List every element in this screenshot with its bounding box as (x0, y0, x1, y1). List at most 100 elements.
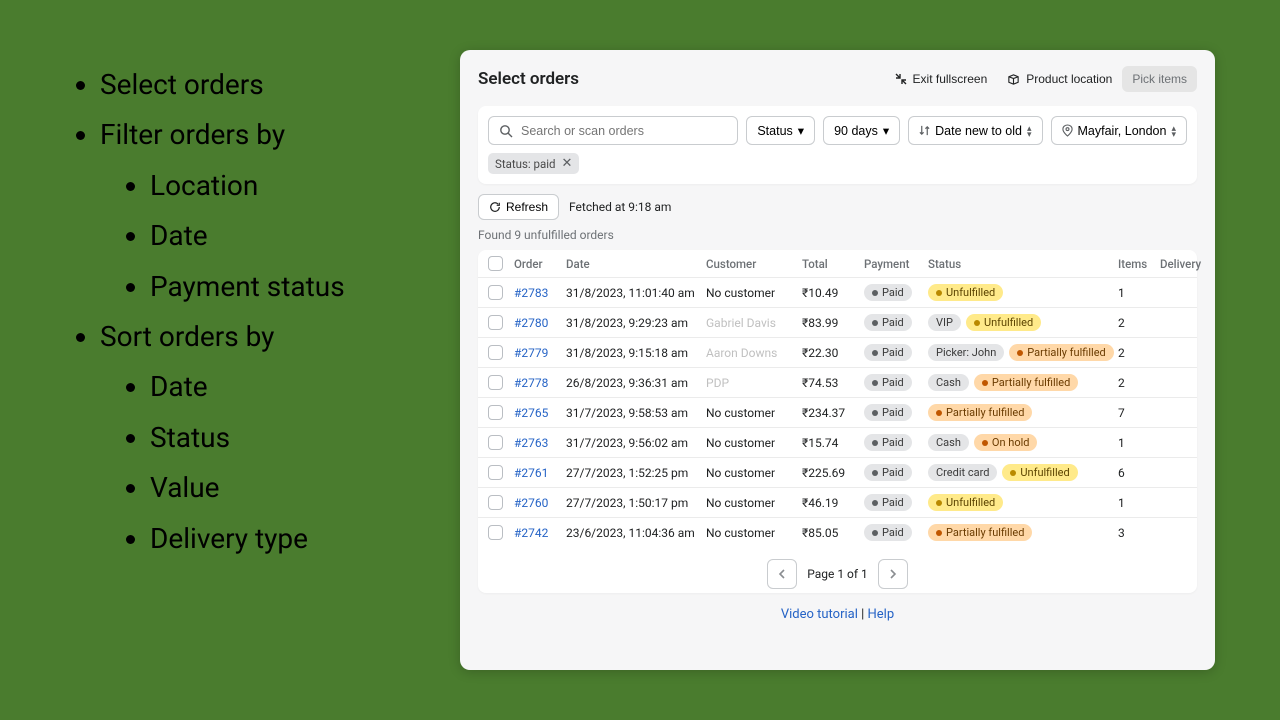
tag-badge: Cash (928, 374, 969, 391)
payment-badge: Paid (864, 344, 912, 361)
sort-button[interactable]: Date new to old ▴▾ (908, 116, 1042, 145)
order-link[interactable]: #2780 (514, 316, 566, 330)
col-payment: Payment (864, 257, 928, 271)
table-row[interactable]: #2742 23/6/2023, 11:04:36 am No customer… (478, 518, 1197, 547)
slide-bullets: Select orders Filter orders by Location … (70, 60, 345, 564)
product-location-button[interactable]: Product location (997, 66, 1122, 92)
order-date: 26/8/2023, 9:36:31 am (566, 376, 706, 390)
btn-label: Refresh (506, 200, 548, 214)
order-link[interactable]: #2761 (514, 466, 566, 480)
bullet: Delivery type (150, 514, 345, 564)
btn-label: Mayfair, London (1078, 124, 1167, 138)
updown-icon: ▴▾ (1171, 125, 1176, 137)
close-icon[interactable]: ✕ (562, 156, 573, 171)
order-total: ₹22.30 (802, 346, 864, 360)
row-checkbox[interactable] (488, 345, 503, 360)
exit-fullscreen-button[interactable]: Exit fullscreen (885, 66, 998, 92)
status-cell: Cash On hold (928, 434, 1118, 451)
row-checkbox[interactable] (488, 405, 503, 420)
tag-badge: Credit card (928, 464, 997, 481)
col-date: Date (566, 257, 706, 271)
bullet: Location (150, 161, 345, 211)
col-total: Total (802, 257, 864, 271)
payment-badge: Paid (864, 464, 912, 481)
pagination: Page 1 of 1 (478, 547, 1197, 593)
table-row[interactable]: #2779 31/8/2023, 9:15:18 am Aaron Downs … (478, 338, 1197, 368)
video-tutorial-link[interactable]: Video tutorial (781, 607, 858, 622)
order-link[interactable]: #2763 (514, 436, 566, 450)
items-count: 2 (1118, 316, 1160, 330)
table-row[interactable]: #2763 31/7/2023, 9:56:02 am No customer … (478, 428, 1197, 458)
prev-page-button[interactable] (767, 559, 797, 589)
items-count: 3 (1118, 526, 1160, 540)
row-checkbox[interactable] (488, 285, 503, 300)
customer-name: No customer (706, 496, 802, 510)
status-cell: Credit card Unfulfilled (928, 464, 1118, 481)
bullet: Date (150, 211, 345, 261)
payment-badge: Paid (864, 524, 912, 541)
pick-items-button[interactable]: Pick items (1122, 66, 1197, 92)
bullet: Filter orders by Location Date Payment s… (100, 110, 345, 312)
row-checkbox[interactable] (488, 315, 503, 330)
order-link[interactable]: #2779 (514, 346, 566, 360)
order-total: ₹15.74 (802, 436, 864, 450)
order-date: 23/6/2023, 11:04:36 am (566, 526, 706, 540)
search-input-wrap[interactable] (488, 116, 738, 145)
row-checkbox[interactable] (488, 495, 503, 510)
row-checkbox[interactable] (488, 375, 503, 390)
col-order: Order (514, 257, 566, 271)
date-range-button[interactable]: 90 days ▾ (823, 116, 900, 145)
order-total: ₹225.69 (802, 466, 864, 480)
status-cell: Picker: John Partially fulfilled (928, 344, 1118, 361)
order-date: 31/8/2023, 9:29:23 am (566, 316, 706, 330)
table-row[interactable]: #2760 27/7/2023, 1:50:17 pm No customer … (478, 488, 1197, 518)
status-cell: Unfulfilled (928, 494, 1118, 511)
select-all-checkbox[interactable] (488, 256, 503, 271)
order-total: ₹46.19 (802, 496, 864, 510)
table-row[interactable]: #2761 27/7/2023, 1:52:25 pm No customer … (478, 458, 1197, 488)
table-row[interactable]: #2765 31/7/2023, 9:58:53 am No customer … (478, 398, 1197, 428)
row-checkbox[interactable] (488, 525, 503, 540)
customer-name: No customer (706, 406, 802, 420)
help-link[interactable]: Help (868, 607, 895, 622)
page-title: Select orders (478, 69, 579, 89)
bullet: Status (150, 413, 345, 463)
status-filter-button[interactable]: Status ▾ (746, 116, 815, 145)
search-icon (499, 124, 513, 138)
bullet: Select orders (100, 60, 345, 110)
row-checkbox[interactable] (488, 465, 503, 480)
customer-name: No customer (706, 466, 802, 480)
bullet: Sort orders by Date Status Value Deliver… (100, 312, 345, 564)
search-input[interactable] (521, 124, 727, 138)
refresh-button[interactable]: Refresh (478, 194, 559, 220)
tag-badge: Picker: John (928, 344, 1004, 361)
payment-badge: Paid (864, 494, 912, 511)
order-total: ₹83.99 (802, 316, 864, 330)
box-icon (1007, 73, 1020, 86)
fetched-time: Fetched at 9:18 am (569, 200, 671, 214)
status-cell: Unfulfilled (928, 284, 1118, 301)
bullet: Payment status (150, 262, 345, 312)
status-cell: Cash Partially fulfilled (928, 374, 1118, 391)
table-row[interactable]: #2783 31/8/2023, 11:01:40 am No customer… (478, 278, 1197, 308)
caret-down-icon: ▾ (798, 123, 804, 138)
table-row[interactable]: #2780 31/8/2023, 9:29:23 am Gabriel Davi… (478, 308, 1197, 338)
table-row[interactable]: #2778 26/8/2023, 9:36:31 am PDP ₹74.53 P… (478, 368, 1197, 398)
items-count: 2 (1118, 376, 1160, 390)
tag-badge: Cash (928, 434, 969, 451)
row-checkbox[interactable] (488, 435, 503, 450)
fulfillment-badge: Unfulfilled (1002, 464, 1077, 481)
payment-badge: Paid (864, 284, 912, 301)
order-link[interactable]: #2742 (514, 526, 566, 540)
order-link[interactable]: #2760 (514, 496, 566, 510)
order-link[interactable]: #2778 (514, 376, 566, 390)
order-link[interactable]: #2783 (514, 286, 566, 300)
active-filter-chip[interactable]: Status: paid ✕ (488, 153, 579, 174)
bullet: Date (150, 362, 345, 412)
order-link[interactable]: #2765 (514, 406, 566, 420)
next-page-button[interactable] (878, 559, 908, 589)
location-filter-button[interactable]: Mayfair, London ▴▾ (1051, 116, 1187, 145)
order-date: 31/7/2023, 9:58:53 am (566, 406, 706, 420)
orders-table: Order Date Customer Total Payment Status… (478, 250, 1197, 593)
btn-label: 90 days (834, 124, 878, 138)
